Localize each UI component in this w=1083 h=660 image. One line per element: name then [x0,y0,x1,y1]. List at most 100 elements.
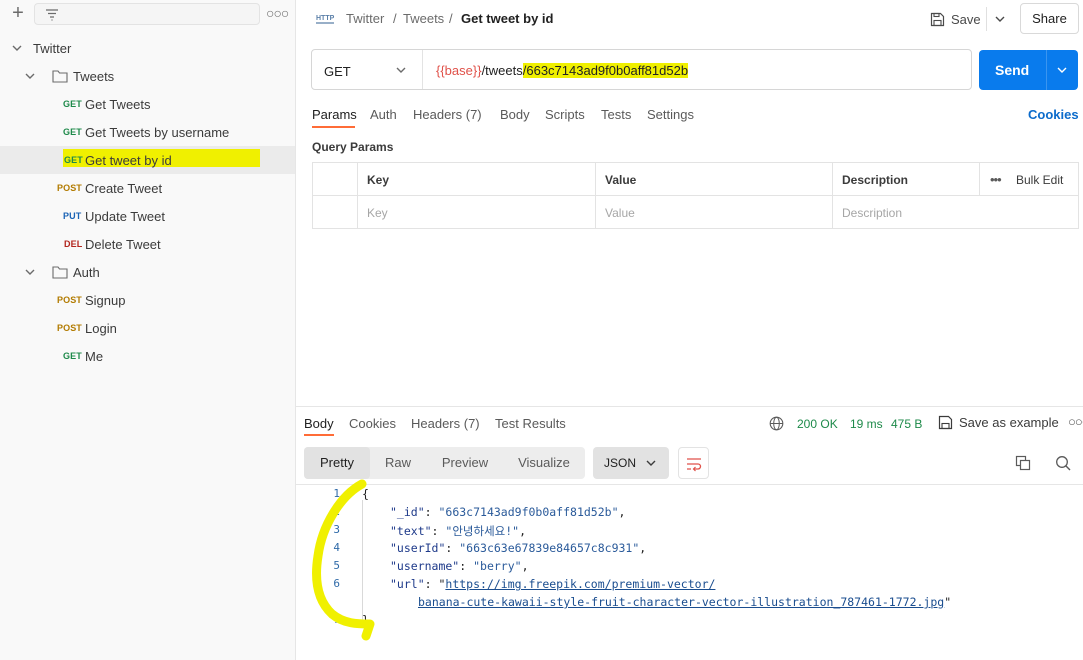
chevron-down-icon[interactable] [993,12,1007,26]
folder-tweets[interactable]: Tweets [0,62,295,90]
save-example-label: Save as example [959,415,1059,430]
method-label: GET [324,64,351,79]
json-brace: { [362,487,369,501]
header-label: Key [367,173,390,187]
response-size[interactable]: 475 B [891,417,922,431]
view-visualize-button[interactable]: Visualize [504,447,584,479]
save-label: Save [951,11,981,27]
request-item[interactable]: DEL Delete Tweet [0,230,295,258]
table-row-checkbox-cell [313,196,358,229]
tab-tests[interactable]: Tests [601,107,631,122]
format-select[interactable]: JSON [593,447,669,479]
tab-body[interactable]: Body [500,107,530,122]
tab-settings[interactable]: Settings [647,107,694,122]
param-key-input[interactable]: Key [358,196,596,229]
globe-icon[interactable] [769,416,784,431]
json-link[interactable]: https://img.freepik.com/premium-vector/ [445,577,715,591]
save-button[interactable]: Save [930,6,981,32]
breadcrumb-collection[interactable]: Twitter [346,11,384,26]
search-icon[interactable] [1055,455,1071,471]
more-options-icon[interactable]: ○○○ [266,4,289,24]
chevron-down-icon[interactable] [1055,63,1069,77]
response-body-editor[interactable]: 1 2 3 4 5 6 7 { "_id": "663c7143ad9f0b0a… [296,484,1083,660]
tab-response-cookies[interactable]: Cookies [349,416,396,431]
chevron-down-icon[interactable] [23,265,37,279]
request-item[interactable]: POST Signup [0,286,295,314]
divider [986,7,987,31]
param-description-input[interactable]: Description [833,196,1079,229]
bulk-edit-button[interactable]: ••• Bulk Edit [980,163,1079,196]
view-pretty-button[interactable]: Pretty [304,447,370,479]
request-item[interactable]: POST Login [0,314,295,342]
chevron-down-icon[interactable] [23,69,37,83]
param-value-input[interactable]: Value [596,196,833,229]
placeholder-text: Value [605,206,635,220]
request-name: Update Tweet [85,208,165,224]
response-time[interactable]: 19 ms [850,417,883,431]
request-name: Create Tweet [85,180,163,196]
response-divider [296,406,1083,407]
tab-response-body[interactable]: Body [304,416,334,431]
code-line: "text": "안녕하세요!", [390,524,527,538]
collection-twitter[interactable]: Twitter [0,34,295,62]
code-line: "userId": "663c63e67839e84657c8c931", [390,541,647,555]
placeholder-text: Description [842,206,903,220]
method-badge: GET [63,127,82,137]
breadcrumb-folder[interactable]: Tweets [403,11,444,26]
active-tab-indicator [304,434,334,436]
url-path: /tweets [481,63,523,78]
wrap-lines-button[interactable] [678,447,709,479]
folder-auth[interactable]: Auth [0,258,295,286]
request-name: Me [85,348,104,364]
request-item-selected[interactable]: GET Get tweet by id [0,146,295,174]
request-item[interactable]: PUT Update Tweet [0,202,295,230]
code-line: { [362,487,369,501]
collection-name: Twitter [33,40,72,56]
tab-auth[interactable]: Auth [370,107,397,122]
send-button[interactable]: Send [979,50,1078,90]
page-title: Get tweet by id [461,11,554,26]
view-preview-button[interactable]: Preview [430,447,500,479]
share-button[interactable]: Share [1020,3,1079,34]
more-options-icon[interactable]: ••• [990,172,1002,187]
filter-input[interactable] [34,3,260,25]
sidebar-toolbar: + ○○○ [0,0,296,32]
save-as-example-button[interactable]: Save as example [938,415,1059,430]
request-item[interactable]: GET Me [0,342,295,370]
tab-scripts[interactable]: Scripts [545,107,585,122]
tab-response-headers[interactable]: Headers (7) [411,416,480,431]
method-badge: POST [57,323,82,333]
json-value: "663c63e67839e84657c8c931" [459,541,640,555]
request-name: Get tweet by id [85,152,172,168]
copy-icon[interactable] [1015,455,1031,471]
method-badge: GET [64,155,83,165]
json-brace: } [362,613,369,627]
cookies-link[interactable]: Cookies [1028,107,1079,122]
url-input[interactable]: {{base}}/tweets/663c7143ad9f0b0aff81d52b [436,63,689,78]
add-icon[interactable]: + [8,3,28,24]
query-params-table: Key Value Description ••• Bulk Edit Key … [312,162,1079,229]
tab-params[interactable]: Params [312,107,357,122]
request-name: Signup [85,292,126,308]
method-badge: GET [63,99,82,109]
tab-test-results[interactable]: Test Results [495,416,566,431]
more-options-icon[interactable]: ○○○ [1068,414,1083,429]
line-number: 6 [333,577,340,590]
save-icon [938,415,953,430]
request-header: HTTP Twitter / Tweets / Get tweet by id … [296,0,1083,38]
json-link[interactable]: banana-cute-kawaii-style-fruit-character… [418,595,944,609]
status-badge[interactable]: 200 OK [797,417,838,431]
chevron-down-icon[interactable] [10,41,24,55]
header-label: Value [605,173,637,187]
view-raw-button[interactable]: Raw [370,447,426,479]
folder-icon [52,266,68,279]
wrap-icon [687,458,702,472]
tab-headers[interactable]: Headers (7) [413,107,482,122]
chevron-down-icon [396,67,406,73]
method-select[interactable]: GET [312,50,423,89]
breadcrumb-separator: / [393,11,397,26]
request-item[interactable]: GET Get Tweets [0,90,295,118]
line-number: 7 [333,613,340,626]
request-item[interactable]: POST Create Tweet [0,174,295,202]
request-item[interactable]: GET Get Tweets by username [0,118,295,146]
